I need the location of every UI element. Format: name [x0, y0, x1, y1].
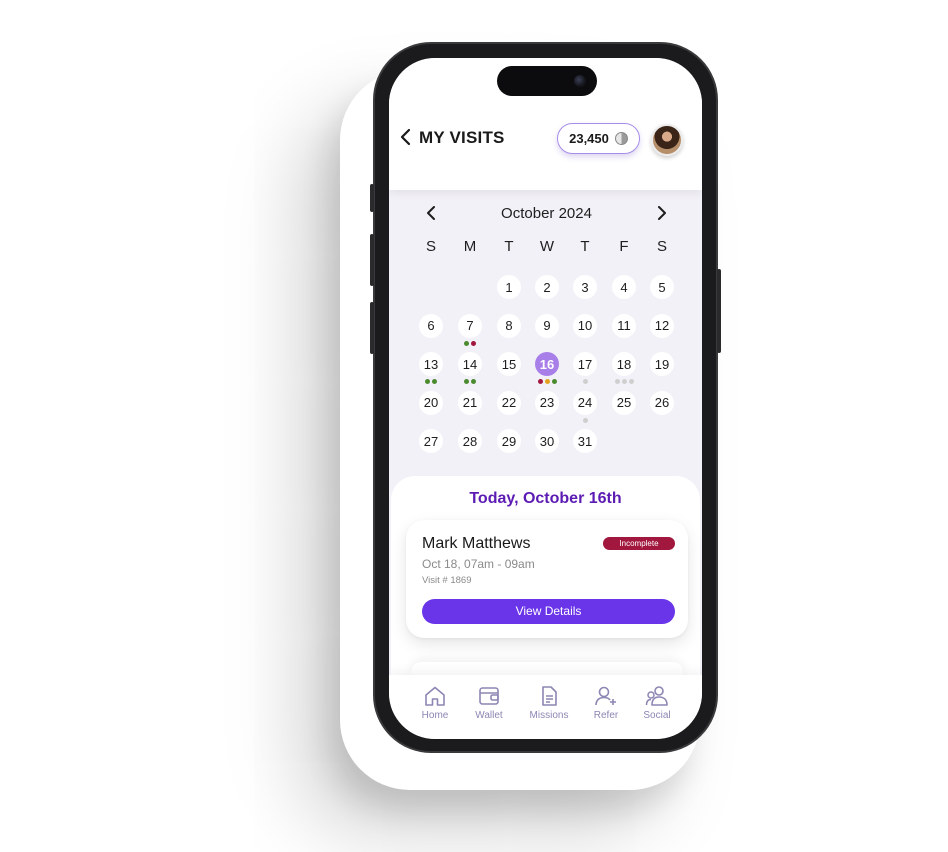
visit-status-dots [582, 417, 588, 423]
users-icon [645, 686, 668, 706]
status-dot [464, 379, 469, 384]
bottom-nav: Home Wallet Missions Refer Social [389, 675, 702, 739]
mute-switch [370, 184, 374, 212]
status-dot [621, 379, 627, 384]
status-dot [471, 379, 476, 384]
page-title: MY VISITS [419, 128, 505, 147]
wallet-icon [479, 687, 499, 705]
calendar-day[interactable]: 30 [535, 429, 559, 453]
nav-label-wallet: Wallet [475, 710, 503, 721]
calendar-day[interactable]: 3 [573, 275, 597, 299]
nav-item-missions[interactable]: Missions [524, 685, 574, 721]
visit-status-dots [614, 379, 634, 384]
next-month-icon[interactable] [657, 206, 667, 220]
previous-month-icon[interactable] [426, 206, 436, 220]
weekday-label: M [463, 238, 477, 255]
calendar-day[interactable]: 1 [497, 275, 521, 299]
status-dot [425, 379, 430, 384]
status-badge: Incomplete [603, 537, 675, 550]
weekday-label: T [504, 238, 514, 255]
visit-status-dots [464, 379, 476, 384]
view-details-button[interactable]: View Details [422, 599, 675, 624]
status-dot [628, 379, 634, 384]
nav-label-home: Home [421, 710, 449, 721]
visit-status-dots [425, 379, 437, 384]
visit-number: Visit # 1869 [422, 575, 472, 586]
visit-status-dots [537, 379, 557, 384]
visit-status-dots [582, 379, 588, 384]
phone-frame: MY VISITS 23,450 October 2024 SMTWTFS123… [370, 42, 721, 753]
weekday-label: F [619, 238, 629, 255]
coin-icon [614, 132, 628, 145]
volume-down-button [370, 302, 374, 354]
nav-item-refer[interactable]: Refer [581, 685, 631, 721]
status-dot [614, 379, 620, 384]
calendar-day[interactable]: 25 [612, 390, 636, 415]
calendar-day[interactable]: 11 [612, 313, 636, 338]
nav-item-social[interactable]: Social [632, 685, 682, 721]
calendar-day[interactable]: 9 [535, 313, 559, 338]
status-dot [464, 340, 469, 346]
nav-label-social: Social [643, 710, 671, 721]
visit-client-name: Mark Matthews [422, 535, 531, 552]
month-title: October 2024 [501, 205, 592, 222]
add-user-icon [595, 686, 616, 706]
points-badge[interactable]: 23,450 [557, 123, 640, 154]
home-icon [425, 686, 445, 706]
calendar-day[interactable]: 8 [497, 313, 521, 338]
calendar-day[interactable]: 6 [419, 313, 443, 338]
visit-time: Oct 18, 07am - 09am [422, 557, 535, 571]
weekday-label: W [539, 238, 555, 255]
status-dot [551, 379, 557, 384]
calendar-day[interactable]: 13 [419, 352, 443, 376]
calendar-day[interactable]: 21 [458, 390, 482, 415]
weekday-label: S [425, 238, 436, 255]
status-dot [537, 379, 543, 384]
volume-up-button [370, 234, 374, 286]
visit-status-dots [464, 340, 476, 346]
status-dot [544, 379, 550, 384]
nav-item-wallet[interactable]: Wallet [464, 685, 514, 721]
calendar-day[interactable]: 29 [497, 429, 521, 453]
weekday-label: S [656, 238, 667, 255]
calendar-day[interactable]: 28 [458, 429, 482, 453]
status-dot [582, 379, 588, 384]
back-arrow-icon[interactable] [399, 128, 413, 146]
calendar-day[interactable]: 14 [458, 352, 482, 376]
power-button [717, 269, 721, 353]
visit-card[interactable]: Mark Matthews Incomplete Oct 18, 07am - … [406, 520, 688, 638]
calendar-day[interactable]: 22 [497, 390, 521, 415]
calendar-day[interactable]: 23 [535, 390, 559, 415]
avatar[interactable] [651, 124, 683, 156]
status-dot [471, 340, 476, 346]
calendar-day[interactable]: 18 [612, 352, 636, 376]
calendar-day[interactable]: 5 [650, 275, 674, 299]
calendar-day[interactable]: 17 [573, 352, 597, 376]
today-title: Today, October 16th [469, 490, 622, 507]
points-value: 23,450 [569, 131, 609, 146]
calendar-day[interactable]: 10 [573, 313, 597, 338]
dynamic-island [497, 66, 597, 96]
nav-item-home[interactable]: Home [410, 685, 460, 721]
calendar-day[interactable]: 7 [458, 313, 482, 338]
calendar-day[interactable]: 19 [650, 352, 674, 376]
document-icon [542, 686, 557, 706]
calendar-day[interactable]: 31 [573, 429, 597, 453]
calendar-day[interactable]: 15 [497, 352, 521, 376]
calendar-day[interactable]: 26 [650, 390, 674, 415]
calendar-day-selected[interactable]: 16 [535, 352, 559, 376]
calendar-day[interactable]: 20 [419, 390, 443, 415]
calendar-day[interactable]: 2 [535, 275, 559, 299]
weekday-label: T [580, 238, 590, 255]
calendar-day[interactable]: 24 [573, 390, 597, 415]
nav-label-refer: Refer [593, 710, 619, 721]
calendar-day[interactable]: 27 [419, 429, 443, 453]
status-dot [582, 417, 588, 423]
calendar-day[interactable]: 12 [650, 313, 674, 338]
calendar-day[interactable]: 4 [612, 275, 636, 299]
status-dot [432, 379, 437, 384]
nav-label-missions: Missions [529, 710, 569, 721]
phone-screen: MY VISITS 23,450 October 2024 SMTWTFS123… [389, 58, 702, 739]
camera-icon [574, 75, 586, 87]
